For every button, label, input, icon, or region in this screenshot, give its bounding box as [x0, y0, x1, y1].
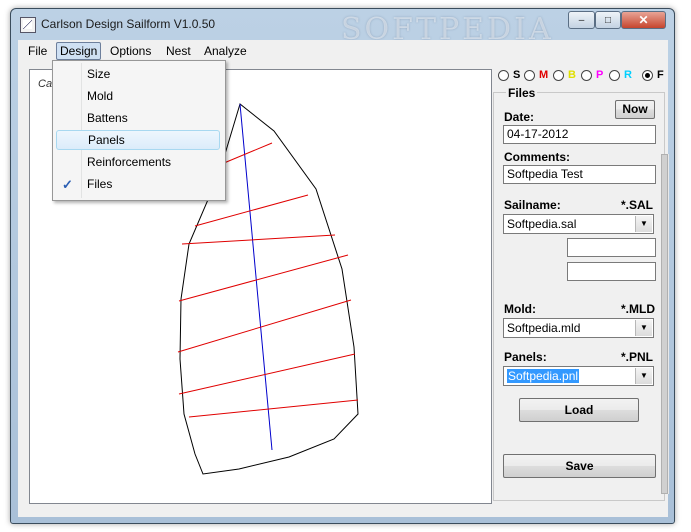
- menu-bar: File Design Options Nest Analyze: [18, 40, 668, 62]
- panel-seam: [181, 234, 336, 245]
- panel-seam: [178, 353, 356, 395]
- radio-s-label: S: [513, 69, 521, 81]
- radio-b[interactable]: [553, 70, 564, 81]
- panel-scrollbar[interactable]: [661, 154, 669, 494]
- menu-nest[interactable]: Nest: [163, 43, 194, 59]
- sailname-value: Softpedia.sal: [507, 217, 577, 231]
- sailname-select[interactable]: Softpedia.sal ▼: [503, 214, 654, 234]
- radio-b-label: B: [568, 69, 576, 81]
- close-button[interactable]: ✕: [621, 11, 666, 29]
- menu-item-mold[interactable]: Mold: [56, 86, 220, 106]
- panels-label: Panels:: [504, 350, 547, 364]
- radio-m[interactable]: [524, 70, 535, 81]
- check-icon: ✓: [62, 177, 73, 192]
- radio-f[interactable]: [642, 70, 653, 81]
- files-panel-title: Files: [506, 86, 538, 100]
- extra-field-2[interactable]: [567, 262, 656, 281]
- minimize-button[interactable]: –: [568, 11, 595, 29]
- app-icon[interactable]: [20, 17, 36, 33]
- extra-field-1[interactable]: [567, 238, 656, 257]
- mold-select[interactable]: Softpedia.mld ▼: [503, 318, 654, 338]
- radio-s[interactable]: [498, 70, 509, 81]
- radio-m-label: M: [539, 69, 549, 81]
- chevron-down-icon[interactable]: ▼: [635, 216, 652, 232]
- panels-value: Softpedia.pnl: [507, 369, 580, 383]
- menu-item-files[interactable]: Files: [56, 174, 220, 194]
- menu-design[interactable]: Design: [56, 42, 102, 60]
- mold-label: Mold:: [504, 302, 536, 316]
- save-button[interactable]: Save: [503, 454, 656, 478]
- menu-file[interactable]: File: [25, 43, 50, 59]
- scrollbar-thumb[interactable]: [661, 154, 668, 494]
- comments-label: Comments:: [504, 150, 571, 164]
- load-button[interactable]: Load: [519, 398, 639, 422]
- sailname-ext: *.SAL: [621, 198, 654, 212]
- chevron-down-icon[interactable]: ▼: [635, 320, 652, 336]
- panels-select[interactable]: Softpedia.pnl ▼: [503, 366, 654, 386]
- panel-seam: [177, 299, 352, 353]
- menu-item-size[interactable]: Size: [56, 64, 220, 84]
- layer-radio-group: S M B P R F: [496, 69, 691, 83]
- panels-ext: *.PNL: [621, 350, 654, 364]
- radio-p-label: P: [596, 69, 604, 81]
- sailname-label: Sailname:: [504, 198, 561, 212]
- mold-value: Softpedia.mld: [507, 321, 581, 335]
- comments-field[interactable]: Softpedia Test: [503, 165, 656, 184]
- design-menu-dropdown: Size Mold Battens Panels Reinforcements …: [52, 60, 226, 201]
- radio-f-label: F: [657, 69, 664, 81]
- menu-analyze[interactable]: Analyze: [201, 43, 250, 59]
- menu-item-panels[interactable]: Panels: [56, 130, 220, 150]
- radio-p[interactable]: [581, 70, 592, 81]
- menu-options[interactable]: Options: [107, 43, 154, 59]
- chevron-down-icon[interactable]: ▼: [635, 368, 652, 384]
- date-field[interactable]: 04-17-2012: [503, 125, 656, 144]
- panel-seam: [223, 142, 273, 164]
- menu-item-battens[interactable]: Battens: [56, 108, 220, 128]
- maximize-button[interactable]: □: [595, 11, 621, 29]
- mold-ext: *.MLD: [621, 302, 655, 316]
- radio-r-label: R: [624, 69, 632, 81]
- window-title: Carlson Design Sailform V1.0.50: [41, 17, 216, 31]
- menu-item-reinforcements[interactable]: Reinforcements: [56, 152, 220, 172]
- panel-seam: [178, 254, 349, 302]
- panel-seam: [188, 399, 359, 418]
- radio-r[interactable]: [609, 70, 620, 81]
- now-button[interactable]: Now: [615, 100, 655, 119]
- title-bar[interactable]: Carlson Design Sailform V1.0.50 SOFTPEDI…: [11, 9, 674, 47]
- date-label: Date:: [504, 110, 535, 124]
